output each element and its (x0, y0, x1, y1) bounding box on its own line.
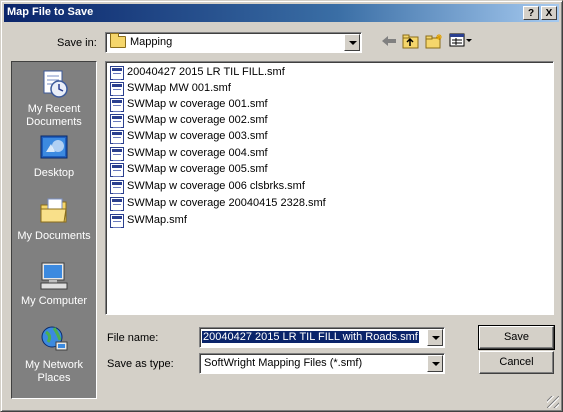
save-as-type-dropdown[interactable]: SoftWright Mapping Files (*.smf) (199, 353, 445, 374)
map-file-icon (110, 98, 124, 112)
map-file-icon (110, 163, 124, 177)
file-name: SWMap w coverage 001.smf (127, 98, 268, 110)
resize-grip[interactable] (547, 396, 559, 408)
map-file-icon (110, 66, 124, 80)
up-folder-icon (402, 34, 419, 49)
back-button[interactable] (379, 33, 399, 53)
place-label: My Recent Documents (26, 103, 82, 128)
file-name: SWMap MW 001.smf (127, 82, 231, 94)
map-file-icon (110, 130, 124, 144)
place-my-network-places[interactable]: My Network Places (12, 324, 96, 385)
network-places-icon (41, 326, 68, 351)
my-documents-icon (40, 198, 67, 223)
file-list[interactable]: 20040427 2015 LR TIL FILL.smf SWMap MW 0… (105, 61, 554, 315)
views-menu-icon (449, 33, 472, 47)
place-my-recent-documents[interactable]: My Recent Documents (12, 68, 96, 129)
save-in-dropdown[interactable]: Mapping (105, 32, 362, 53)
help-button[interactable]: ? (523, 6, 539, 20)
title-bar[interactable]: Map File to Save ? X (4, 4, 559, 22)
chevron-down-icon[interactable] (427, 329, 443, 346)
cancel-button[interactable]: Cancel (479, 351, 554, 374)
file-name-label: File name: (107, 332, 159, 344)
file-name: 20040427 2015 LR TIL FILL.smf (127, 66, 285, 78)
place-my-documents[interactable]: My Documents (12, 195, 96, 243)
place-label: My Network Places (24, 359, 84, 384)
map-file-icon (110, 147, 124, 161)
place-label: My Documents (17, 230, 91, 242)
save-button[interactable]: Save (478, 325, 555, 350)
save-as-type-label: Save as type: (107, 358, 174, 370)
save-as-type-value: SoftWright Mapping Files (*.smf) (204, 357, 363, 369)
folder-icon (110, 33, 126, 48)
my-computer-icon (40, 262, 68, 290)
map-file-icon (110, 197, 124, 211)
map-file-icon (110, 114, 124, 128)
file-name: SWMap w coverage 005.smf (127, 163, 268, 175)
back-arrow-icon (382, 36, 396, 46)
file-name: SWMap.smf (127, 214, 187, 226)
map-file-icon (110, 82, 124, 96)
places-bar: My Recent Documents Desktop My Documents (11, 61, 97, 399)
map-file-icon (110, 180, 124, 194)
file-name: SWMap w coverage 004.smf (127, 147, 268, 159)
file-name: SWMap w coverage 003.smf (127, 130, 268, 142)
save-dialog: Map File to Save ? X Save in: Mapping My… (0, 0, 563, 412)
close-button[interactable]: X (541, 6, 557, 20)
file-name-input[interactable]: 20040427 2015 LR TIL FILL with Roads.smf (199, 327, 445, 348)
chevron-down-icon[interactable] (344, 34, 360, 51)
file-name: SWMap w coverage 002.smf (127, 114, 268, 126)
up-folder-button[interactable] (401, 33, 421, 53)
file-name-value: 20040427 2015 LR TIL FILL with Roads.smf (201, 330, 420, 344)
map-file-icon (110, 214, 124, 228)
place-label: Desktop (33, 167, 75, 179)
desktop-icon (40, 135, 68, 159)
place-my-computer[interactable]: My Computer (12, 260, 96, 308)
new-folder-icon (425, 34, 442, 49)
chevron-down-icon[interactable] (427, 355, 443, 372)
recent-documents-icon (43, 70, 68, 98)
new-folder-button[interactable] (424, 33, 444, 53)
save-in-label: Save in: (57, 37, 97, 49)
dialog-title: Map File to Save (7, 6, 94, 18)
file-name: SWMap w coverage 006 clsbrks.smf (127, 180, 305, 192)
file-name: SWMap w coverage 20040415 2328.smf (127, 197, 326, 209)
views-menu-button[interactable] (448, 33, 474, 53)
place-desktop[interactable]: Desktop (12, 132, 96, 180)
save-in-value: Mapping (130, 36, 173, 48)
place-label: My Computer (20, 295, 88, 307)
